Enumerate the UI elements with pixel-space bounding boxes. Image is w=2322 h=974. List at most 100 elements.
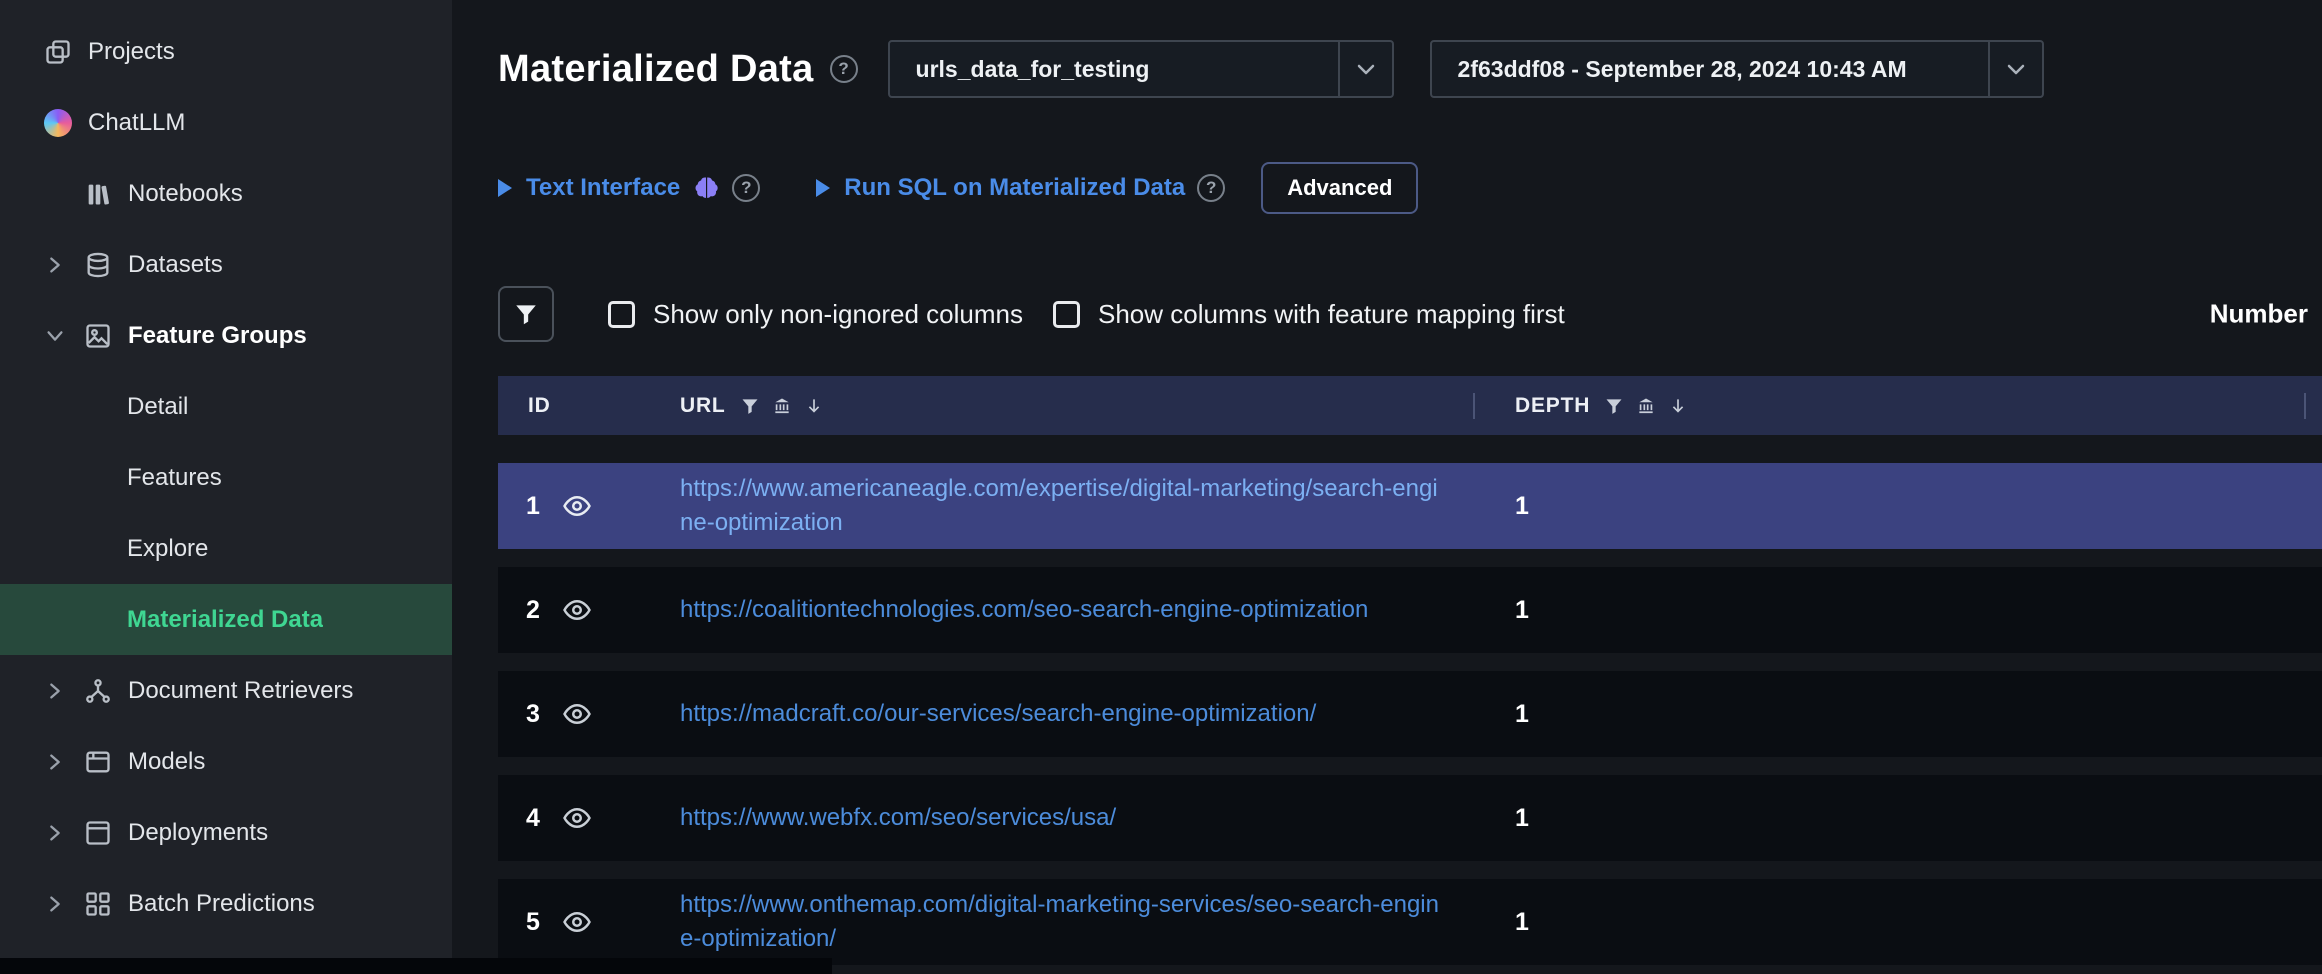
- row-id: 3: [526, 700, 540, 729]
- eye-icon[interactable]: [562, 491, 592, 521]
- checkbox-non-ignored-columns[interactable]: Show only non-ignored columns: [608, 299, 1023, 330]
- brain-icon: [692, 174, 720, 202]
- sidebar-item-label: Detail: [127, 393, 188, 421]
- filter-icon[interactable]: [1604, 396, 1624, 416]
- title-help-icon[interactable]: ?: [830, 55, 858, 83]
- chatllm-icon: [44, 109, 88, 137]
- sidebar-item-label: ChatLLM: [88, 109, 185, 137]
- sidebar: Projects ChatLLM Notebooks Datasets Feature …: [0, 0, 452, 974]
- filter-icon[interactable]: [740, 396, 760, 416]
- run-sql-link[interactable]: Run SQL on Materialized Data ?: [816, 174, 1225, 202]
- table-body: 1https://www.americaneagle.com/expertise…: [498, 463, 2322, 965]
- chevron-right-icon[interactable]: [44, 893, 84, 915]
- row-depth: 1: [1515, 804, 2322, 833]
- row-url-cell: https://www.onthemap.com/digital-marketi…: [680, 879, 1515, 965]
- eye-icon[interactable]: [562, 803, 592, 833]
- feature-mapping-icon[interactable]: [1636, 396, 1656, 416]
- sidebar-item-document-retrievers[interactable]: Document Retrievers: [0, 655, 452, 726]
- sidebar-item-label: Models: [128, 748, 205, 776]
- row-id-cell: 2: [498, 595, 680, 625]
- text-interface-link[interactable]: Text Interface ?: [498, 174, 760, 202]
- sidebar-item-models[interactable]: Models: [0, 726, 452, 797]
- sidebar-item-explore[interactable]: Explore: [0, 513, 452, 584]
- text-interface-help-icon[interactable]: ?: [732, 174, 760, 202]
- chevron-down-icon[interactable]: [1988, 42, 2042, 96]
- sidebar-item-chatllm[interactable]: ChatLLM: [0, 87, 452, 158]
- eye-icon[interactable]: [562, 699, 592, 729]
- eye-icon[interactable]: [562, 595, 592, 625]
- row-url-cell: https://www.americaneagle.com/expertise/…: [680, 463, 1515, 549]
- main-content: Materialized Data ? urls_data_for_testin…: [452, 0, 2322, 974]
- row-id-cell: 1: [498, 491, 680, 521]
- column-header-depth[interactable]: DEPTH: [1515, 376, 2322, 435]
- sidebar-item-projects[interactable]: Projects: [0, 16, 452, 87]
- sidebar-item-label: Materialized Data: [127, 606, 323, 634]
- row-id: 4: [526, 804, 540, 833]
- number-label: Number: [2210, 299, 2308, 330]
- checkbox-icon[interactable]: [608, 301, 635, 328]
- table-row[interactable]: 4 https://www.webfx.com/seo/services/usa/…: [498, 775, 2322, 861]
- feature-groups-icon: [84, 322, 128, 350]
- row-id-cell: 3: [498, 699, 680, 729]
- filter-row: Show only non-ignored columns Show colum…: [498, 286, 2322, 342]
- column-icons: [1604, 396, 1688, 416]
- row-id-cell: 5: [498, 907, 680, 937]
- expand-triangle-icon: [498, 179, 512, 197]
- table-row[interactable]: 1https://www.americaneagle.com/expertise…: [498, 463, 2322, 549]
- sidebar-item-notebooks[interactable]: Notebooks: [0, 158, 452, 229]
- data-table: ID URL DEPTH 1https:: [498, 376, 2322, 965]
- advanced-button[interactable]: Advanced: [1261, 162, 1418, 214]
- sidebar-item-batch-predictions[interactable]: Batch Predictions: [0, 868, 452, 939]
- table-row[interactable]: 2 https://coalitiontechnologies.com/seo-s…: [498, 567, 2322, 653]
- checkbox-icon[interactable]: [1053, 301, 1080, 328]
- bottom-edge-bar: [0, 958, 832, 974]
- column-header-id[interactable]: ID: [498, 376, 680, 435]
- eye-icon[interactable]: [562, 907, 592, 937]
- chevron-down-icon[interactable]: [44, 325, 84, 347]
- run-sql-label: Run SQL on Materialized Data: [844, 174, 1185, 202]
- chevron-right-icon[interactable]: [44, 751, 84, 773]
- notebooks-icon: [84, 180, 128, 208]
- column-divider: [1473, 393, 1475, 419]
- sidebar-item-feature-groups[interactable]: Feature Groups: [0, 300, 452, 371]
- row-id: 2: [526, 596, 540, 625]
- checkbox-non-ignored-label: Show only non-ignored columns: [653, 299, 1023, 330]
- sidebar-item-label: Feature Groups: [128, 322, 307, 350]
- url-link[interactable]: https://madcraft.co/our-services/search-…: [680, 697, 1441, 731]
- feature-mapping-icon[interactable]: [772, 396, 792, 416]
- column-label-id: ID: [528, 394, 551, 418]
- sidebar-item-label: Document Retrievers: [128, 677, 353, 705]
- chevron-right-icon[interactable]: [44, 254, 84, 276]
- sidebar-item-materialized-data[interactable]: Materialized Data: [0, 584, 452, 655]
- table-row[interactable]: 3 https://madcraft.co/our-services/search…: [498, 671, 2322, 757]
- url-link[interactable]: https://www.americaneagle.com/expertise/…: [680, 472, 1441, 540]
- models-icon: [84, 748, 128, 776]
- column-header-url[interactable]: URL: [680, 376, 1515, 435]
- sort-desc-icon[interactable]: [804, 396, 824, 416]
- text-interface-label: Text Interface: [526, 174, 680, 202]
- sidebar-item-deployments[interactable]: Deployments: [0, 797, 452, 868]
- sidebar-item-label: Notebooks: [128, 180, 243, 208]
- url-link[interactable]: https://www.onthemap.com/digital-marketi…: [680, 888, 1441, 956]
- run-sql-help-icon[interactable]: ?: [1197, 174, 1225, 202]
- table-row[interactable]: 5https://www.onthemap.com/digital-market…: [498, 879, 2322, 965]
- title-row: Materialized Data ? urls_data_for_testin…: [498, 40, 2322, 98]
- document-retrievers-icon: [84, 677, 128, 705]
- checkbox-feature-mapping-first[interactable]: Show columns with feature mapping first: [1053, 299, 1565, 330]
- chevron-down-icon[interactable]: [1338, 42, 1392, 96]
- projects-icon: [44, 38, 88, 66]
- table-header: ID URL DEPTH: [498, 376, 2322, 435]
- chevron-right-icon[interactable]: [44, 822, 84, 844]
- feature-group-select[interactable]: urls_data_for_testing: [888, 40, 1394, 98]
- url-link[interactable]: https://coalitiontechnologies.com/seo-se…: [680, 593, 1441, 627]
- filter-button[interactable]: [498, 286, 554, 342]
- chevron-right-icon[interactable]: [44, 680, 84, 702]
- sort-desc-icon[interactable]: [1668, 396, 1688, 416]
- version-select[interactable]: 2f63ddf08 - September 28, 2024 10:43 AM: [1430, 40, 2044, 98]
- sidebar-item-label: Explore: [127, 535, 208, 563]
- sidebar-item-datasets[interactable]: Datasets: [0, 229, 452, 300]
- datasets-icon: [84, 251, 128, 279]
- url-link[interactable]: https://www.webfx.com/seo/services/usa/: [680, 801, 1441, 835]
- sidebar-item-features[interactable]: Features: [0, 442, 452, 513]
- sidebar-item-detail[interactable]: Detail: [0, 371, 452, 442]
